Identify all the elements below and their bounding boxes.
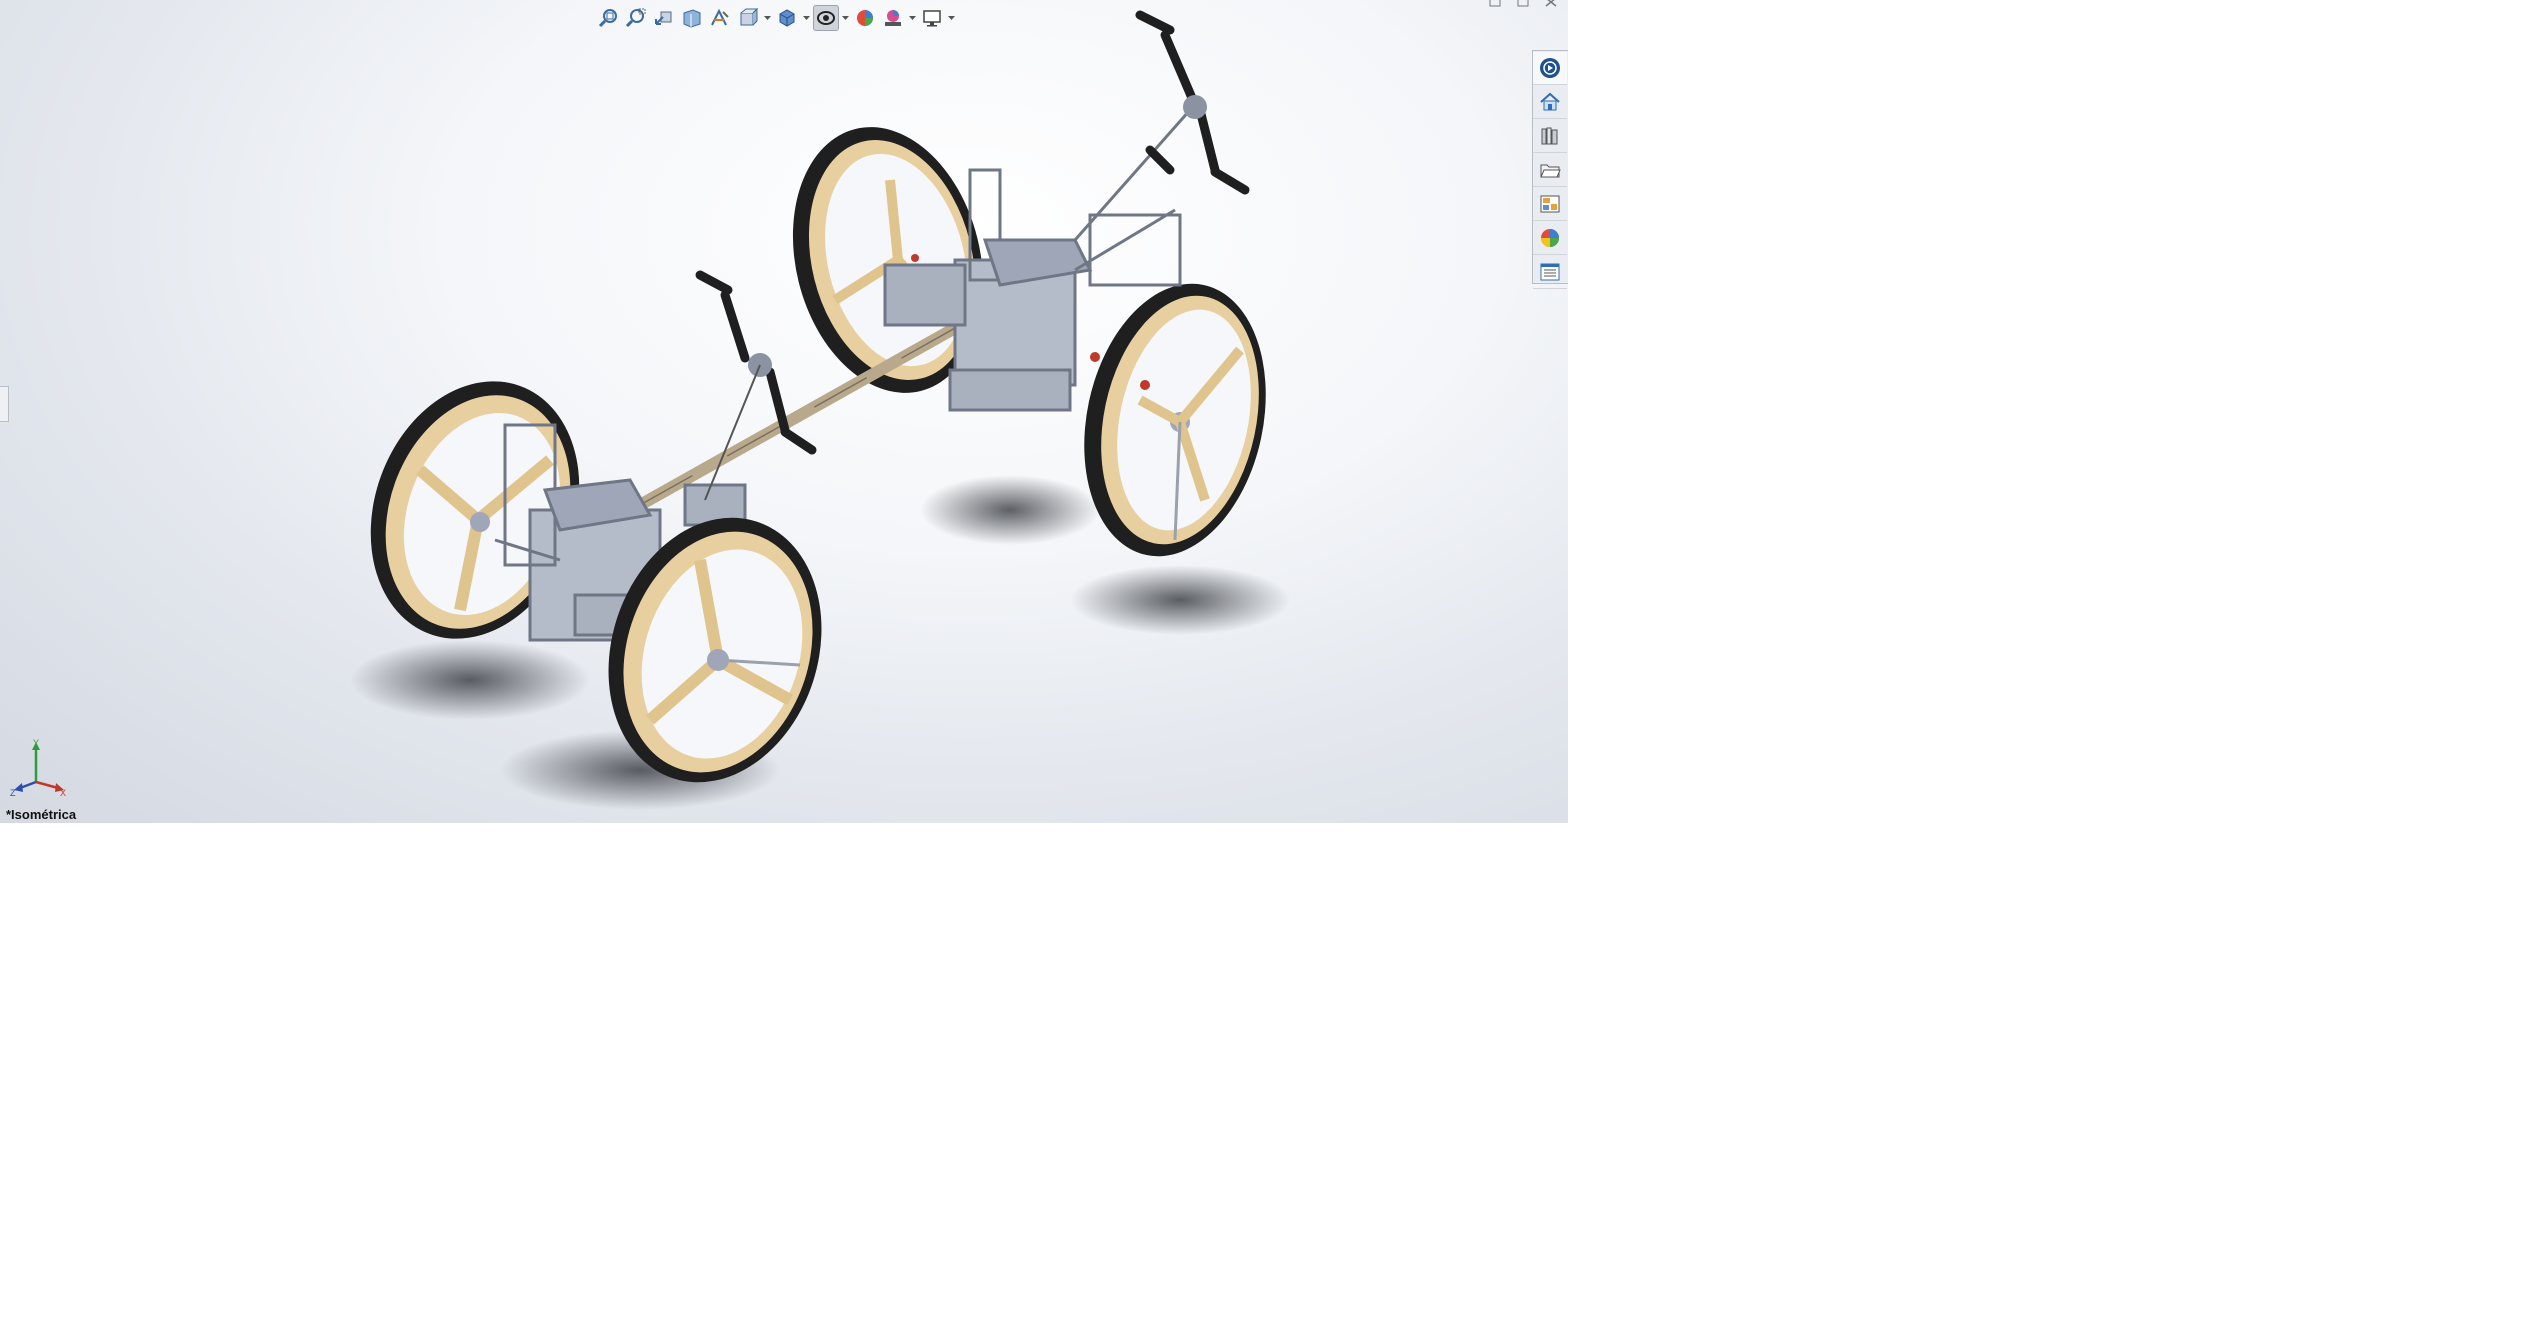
graphics-area[interactable]: Y X Z *Isométrica <box>0 0 1568 823</box>
previous-view-icon[interactable] <box>651 5 677 31</box>
display-style-icon[interactable] <box>774 5 800 31</box>
hide-show-items-icon[interactable] <box>813 5 839 31</box>
chevron-down-icon[interactable] <box>947 5 956 31</box>
task-pane <box>1532 50 1568 289</box>
dynamic-annotation-views-icon[interactable] <box>707 5 733 31</box>
view-settings-icon[interactable] <box>919 5 945 31</box>
design-library-icon[interactable] <box>1533 120 1567 153</box>
zoom-to-area-icon[interactable] <box>623 5 649 31</box>
view-palette-icon[interactable] <box>1533 188 1567 221</box>
view-orientation-icon[interactable] <box>735 5 761 31</box>
chevron-down-icon[interactable] <box>841 5 850 31</box>
section-view-icon[interactable] <box>679 5 705 31</box>
home-icon[interactable] <box>1533 86 1567 119</box>
appearances-scenes-icon[interactable] <box>1533 222 1567 255</box>
apply-scene-icon[interactable] <box>880 5 906 31</box>
axis-y-label: Y <box>33 738 39 748</box>
solidworks-resources-icon[interactable] <box>1533 52 1567 85</box>
restore-icon[interactable] <box>1514 0 1532 10</box>
chevron-down-icon[interactable] <box>763 5 772 31</box>
custom-properties-icon[interactable] <box>1533 256 1567 289</box>
wheel-front-right <box>1084 283 1266 557</box>
assembly-model[interactable] <box>340 0 1300 823</box>
file-explorer-icon[interactable] <box>1533 154 1567 187</box>
zoom-to-fit-icon[interactable] <box>595 5 621 31</box>
close-icon[interactable] <box>1542 0 1560 10</box>
minimize-icon[interactable] <box>1486 0 1504 10</box>
view-orientation-label: *Isométrica <box>6 807 77 822</box>
chevron-down-icon[interactable] <box>908 5 917 31</box>
chevron-down-icon[interactable] <box>802 5 811 31</box>
axis-z-label: Z <box>10 788 16 798</box>
heads-up-view-toolbar <box>595 4 956 32</box>
edit-appearance-icon[interactable] <box>852 5 878 31</box>
feature-manager-collapse-handle[interactable] <box>0 386 9 422</box>
window-controls <box>1486 0 1560 10</box>
reference-triad: Y X Z <box>10 738 66 798</box>
axis-x-label: X <box>60 788 66 798</box>
